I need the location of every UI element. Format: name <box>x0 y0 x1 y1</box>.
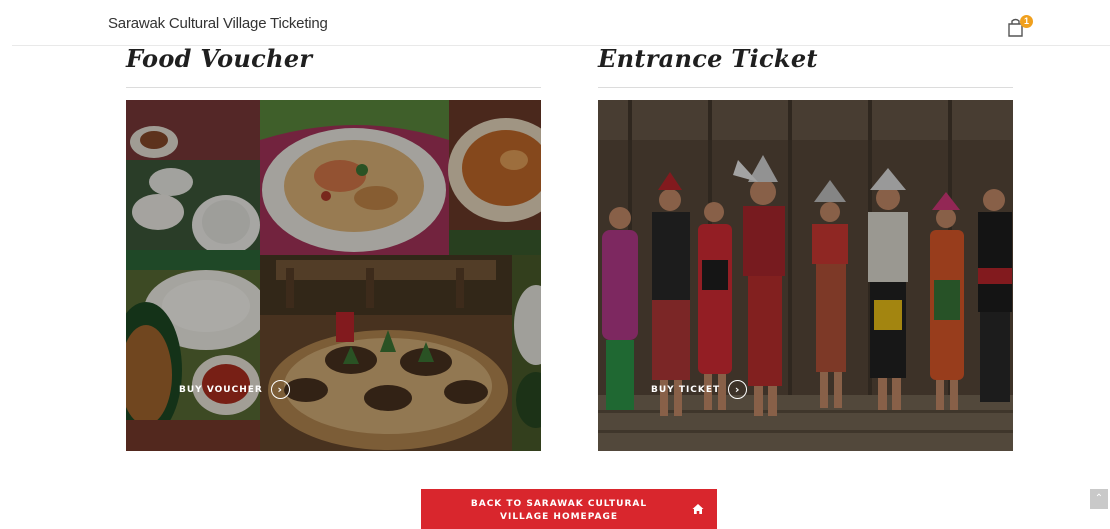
title-divider <box>598 87 1013 88</box>
back-to-homepage-label: BACK TO SARAWAK CULTURAL VILLAGE HOMEPAG… <box>470 499 648 522</box>
buy-ticket-link[interactable]: BUY TICKET › <box>651 380 748 399</box>
buy-voucher-label: BUY VOUCHER <box>179 384 263 395</box>
entrance-ticket-image[interactable]: BUY TICKET › <box>598 100 1013 451</box>
scroll-to-top-button[interactable]: ⌃ <box>1090 489 1108 509</box>
entrance-ticket-title: Entrance Ticket <box>598 44 818 73</box>
title-divider <box>126 87 541 88</box>
food-voucher-title: Food Voucher <box>126 44 313 73</box>
back-to-homepage-button[interactable]: BACK TO SARAWAK CULTURAL VILLAGE HOMEPAG… <box>421 489 717 529</box>
buy-ticket-label: BUY TICKET <box>651 384 721 395</box>
buy-voucher-link[interactable]: BUY VOUCHER › <box>179 380 290 399</box>
chevron-up-icon: ⌃ <box>1094 493 1104 504</box>
cart-count-badge: 1 <box>1020 15 1033 28</box>
chevron-right-circle-icon: › <box>270 380 290 399</box>
home-icon <box>692 504 704 514</box>
chevron-right-circle-icon: › <box>728 380 748 399</box>
top-navbar: Sarawak Cultural Village Ticketing <box>12 0 1110 46</box>
food-voucher-image[interactable]: BUY VOUCHER › <box>126 100 541 451</box>
brand-title[interactable]: Sarawak Cultural Village Ticketing <box>108 15 328 32</box>
